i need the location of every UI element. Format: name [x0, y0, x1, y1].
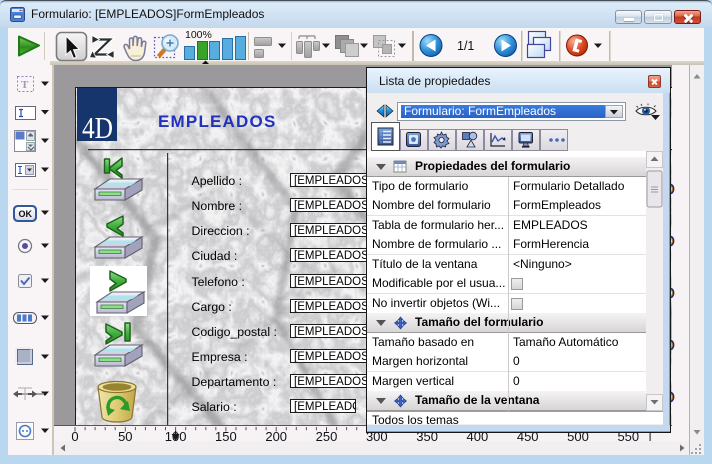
svg-text:T: T — [21, 79, 29, 91]
svg-text:100%: 100% — [185, 29, 212, 41]
svg-text:1/1: 1/1 — [457, 39, 474, 53]
svg-text:4D: 4D — [82, 110, 113, 145]
svg-text:OK: OK — [19, 209, 33, 219]
